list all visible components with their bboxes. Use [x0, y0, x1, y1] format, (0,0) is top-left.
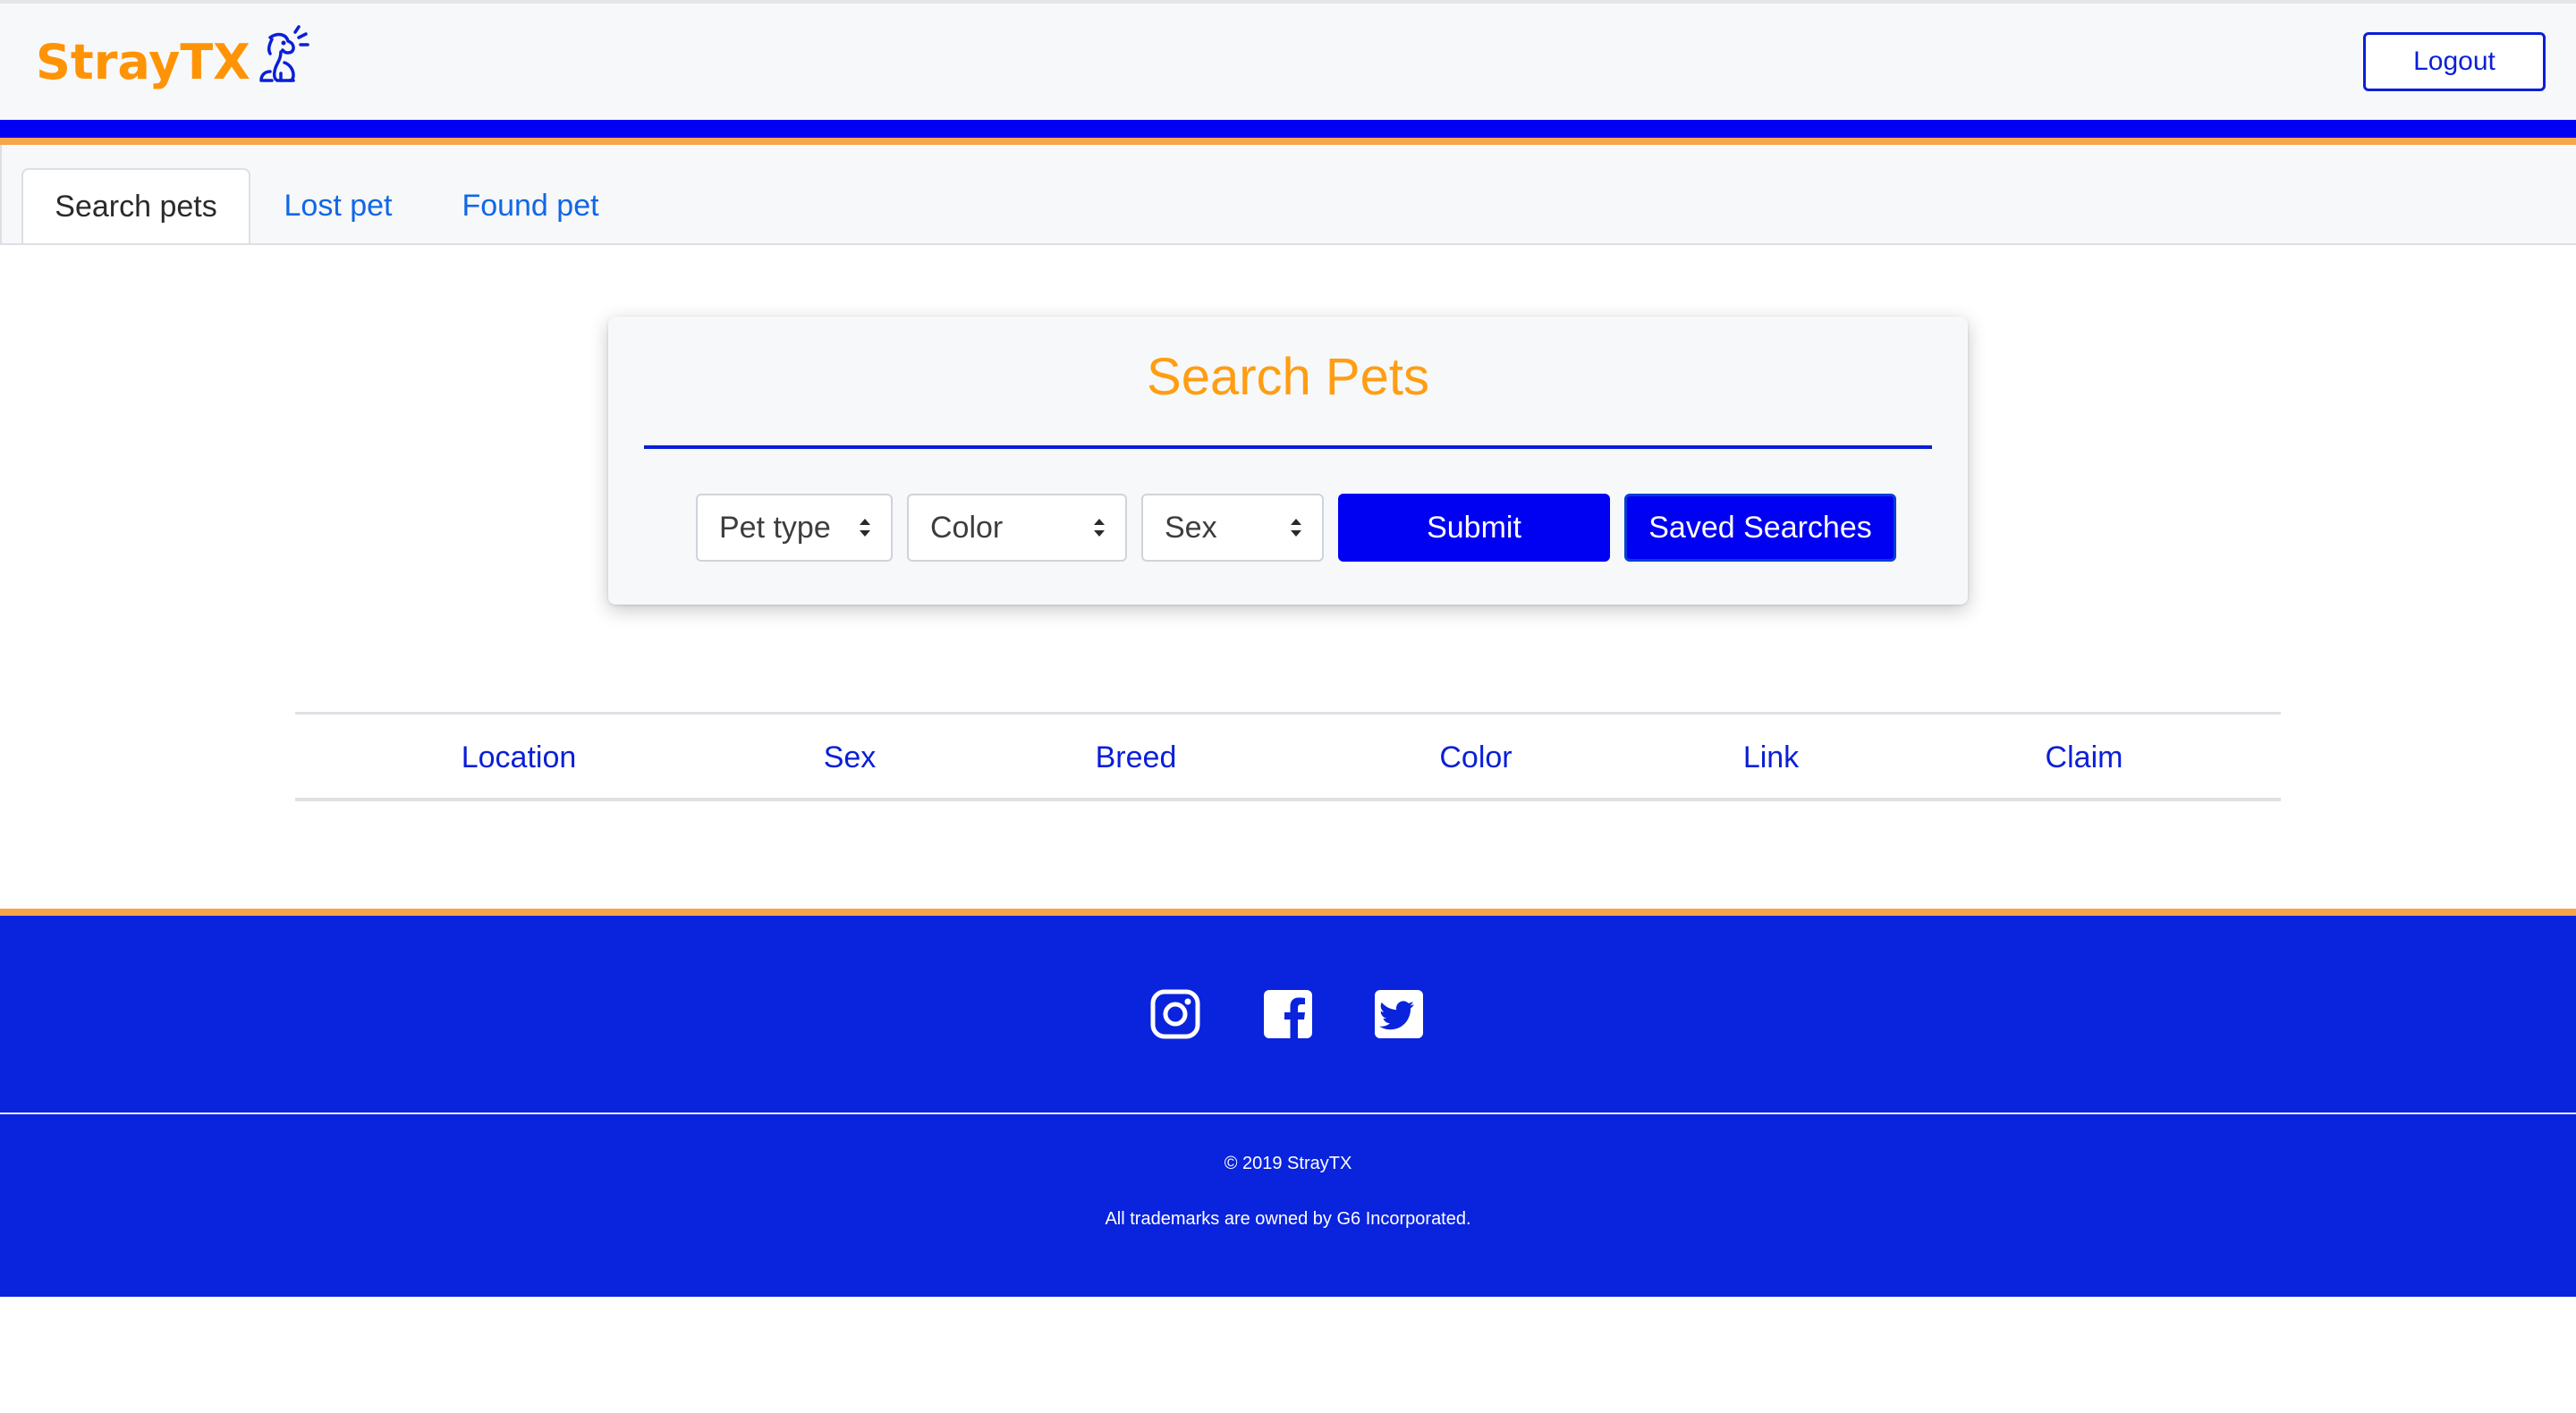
- search-title: Search Pets: [1147, 348, 1429, 406]
- search-card: Search Pets Pet type Color Sex Submit Sa…: [608, 317, 1968, 605]
- sort-caret-icon: [860, 519, 870, 537]
- dog-icon: [259, 25, 309, 82]
- instagram-icon[interactable]: [1148, 987, 1202, 1041]
- brand-logo[interactable]: StrayTX: [36, 21, 309, 102]
- pet-type-select[interactable]: Pet type: [696, 494, 893, 562]
- brand-name: StrayTX: [36, 33, 250, 90]
- column-color: Color: [1439, 740, 1513, 774]
- navbar: StrayTX Logout: [0, 4, 2576, 120]
- column-location: Location: [461, 740, 577, 774]
- footer-divider: [0, 1113, 2576, 1114]
- pet-type-value: Pet type: [719, 510, 831, 545]
- sort-caret-icon: [1094, 519, 1105, 537]
- color-value: Color: [930, 510, 1004, 545]
- header-stripe-orange: [0, 138, 2576, 145]
- copyright-text: © 2019 StrayTX: [1224, 1154, 1352, 1173]
- trademark-text: All trademarks are owned by G6 Incorpora…: [1105, 1209, 1471, 1229]
- header-stripe-blue: [0, 120, 2576, 138]
- column-claim: Claim: [2045, 740, 2123, 774]
- column-breed: Breed: [1095, 740, 1177, 774]
- column-sex: Sex: [823, 740, 877, 774]
- results-table-header: Location Sex Breed Color Link Claim: [295, 712, 2281, 801]
- saved-searches-button[interactable]: Saved Searches: [1624, 494, 1896, 562]
- submit-button[interactable]: Submit: [1338, 494, 1610, 562]
- sex-select[interactable]: Sex: [1141, 494, 1324, 562]
- sex-value: Sex: [1165, 510, 1217, 545]
- footer-stripe-orange: [0, 909, 2576, 916]
- twitter-icon[interactable]: [1372, 987, 1426, 1041]
- title-divider: [644, 445, 1932, 449]
- footer: © 2019 StrayTX All trademarks are owned …: [0, 916, 2576, 1297]
- facebook-icon[interactable]: [1261, 987, 1315, 1041]
- sort-caret-icon: [1291, 519, 1301, 537]
- tabs-bar: Search pets Lost pet Found pet: [0, 145, 2576, 245]
- tab-found-pet[interactable]: Found pet: [440, 168, 621, 243]
- logout-button[interactable]: Logout: [2363, 32, 2546, 91]
- column-link: Link: [1742, 740, 1800, 774]
- tab-search-pets[interactable]: Search pets: [21, 168, 250, 243]
- tab-lost-pet[interactable]: Lost pet: [270, 168, 406, 243]
- color-select[interactable]: Color: [907, 494, 1127, 562]
